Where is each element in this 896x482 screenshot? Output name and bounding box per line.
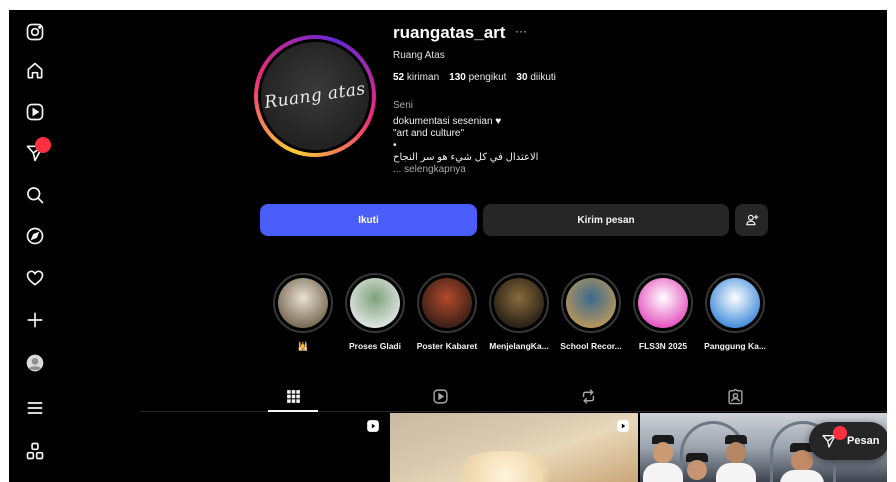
grid-icon [286,389,300,403]
highlight-image [350,278,400,328]
tab-reels[interactable] [427,385,453,407]
suggested-accounts-button[interactable] [735,204,768,236]
tab-tagged[interactable] [722,385,748,407]
tab-reposts[interactable] [575,385,601,407]
follow-button[interactable]: Ikuti [260,204,477,236]
active-tab-indicator [268,410,318,412]
post-thumbnail[interactable] [390,413,638,482]
menu-icon[interactable] [23,396,47,420]
tab-divider [139,411,887,412]
highlight-label: School Recor... [560,341,622,351]
bio-more-link[interactable]: ... selengkapnya [393,164,538,176]
repost-icon [582,388,594,404]
story-highlight[interactable]: School Recor... [559,273,623,351]
search-icon[interactable] [23,183,47,207]
highlight-image [494,278,544,328]
reels-icon[interactable] [23,100,47,124]
tagged-icon [727,388,743,404]
avatar-image: Ruang atas [261,42,369,150]
story-highlight[interactable]: Poster Kabaret [415,273,479,351]
story-highlight[interactable]: FLS3N 2025 [631,273,695,351]
post-thumbnail[interactable] [140,413,388,482]
profile-avatar[interactable]: Ruang atas [254,35,376,157]
tab-posts[interactable] [280,385,306,407]
also-from-meta-icon[interactable] [23,439,47,463]
messages-label: Pesan [847,435,880,447]
story-highlight[interactable]: 🕌 [271,273,335,352]
highlight-cover [561,273,621,333]
add-person-icon [745,214,758,226]
highlight-cover [417,273,477,333]
highlight-label: Poster Kabaret [416,341,478,351]
highlight-image [278,278,328,328]
messages-pill-button[interactable]: Pesan [809,422,887,460]
bio-line: dokumentasi sesenian ♥ [393,116,502,127]
create-plus-icon[interactable] [23,308,47,332]
avatar-logo-text: Ruang atas [263,79,367,113]
post-image-light [450,451,560,482]
story-highlight[interactable]: Panggung Ka... [703,273,767,351]
highlight-cover [633,273,693,333]
messages-icon[interactable] [23,137,51,165]
highlight-cover [345,273,405,333]
bio-line: • [393,140,397,151]
reels-icon [432,388,448,404]
reel-badge-icon [617,420,629,432]
highlight-cover [489,273,549,333]
highlight-label: MenjelangKa... [489,341,549,351]
sidebar [9,10,63,482]
instagram-app: Ruang atas ruangatas_art ··· Ruang Atas … [9,10,887,482]
instagram-logo-icon[interactable] [23,20,47,44]
followers-link[interactable]: 130 pengikut [449,72,506,83]
send-message-button[interactable]: Kirim pesan [483,204,729,236]
bio-line: "art and culture" [393,128,465,139]
highlight-cover [705,273,765,333]
posts-count: 52 kiriman [393,72,440,83]
profile-stats: 52 kiriman 130 pengikut 30 diikuti [393,72,556,83]
following-link[interactable]: 30 diikuti [516,72,555,83]
explore-compass-icon[interactable] [23,224,47,248]
profile-bio: dokumentasi sesenian ♥ "art and culture"… [393,116,538,176]
profile-full-name: Ruang Atas [393,50,445,61]
notifications-heart-icon[interactable] [23,266,47,290]
highlight-image [566,278,616,328]
story-highlight[interactable]: Proses Gladi [343,273,407,351]
highlight-image [638,278,688,328]
profile-category: Seni [393,100,414,111]
notification-badge [833,426,847,440]
profile-avatar-icon[interactable] [23,351,47,375]
more-options-button[interactable]: ··· [515,24,527,38]
home-icon[interactable] [23,59,47,83]
profile-username: ruangatas_art [393,23,506,42]
heart-icon: ♥ [495,116,502,127]
highlight-label: 🕌 [297,341,309,351]
highlight-image [422,278,472,328]
highlight-cover [273,273,333,333]
highlight-image [710,278,760,328]
bio-line-arabic: الاعتدال في كل شيء هو سر النجاح [393,152,539,163]
notification-badge [35,137,51,153]
story-highlight[interactable]: MenjelangKa... [487,273,551,351]
highlight-label: Proses Gladi [349,341,401,351]
highlight-label: Panggung Ka... [704,341,766,351]
reel-badge-icon [367,420,379,432]
highlight-label: FLS3N 2025 [638,341,688,351]
